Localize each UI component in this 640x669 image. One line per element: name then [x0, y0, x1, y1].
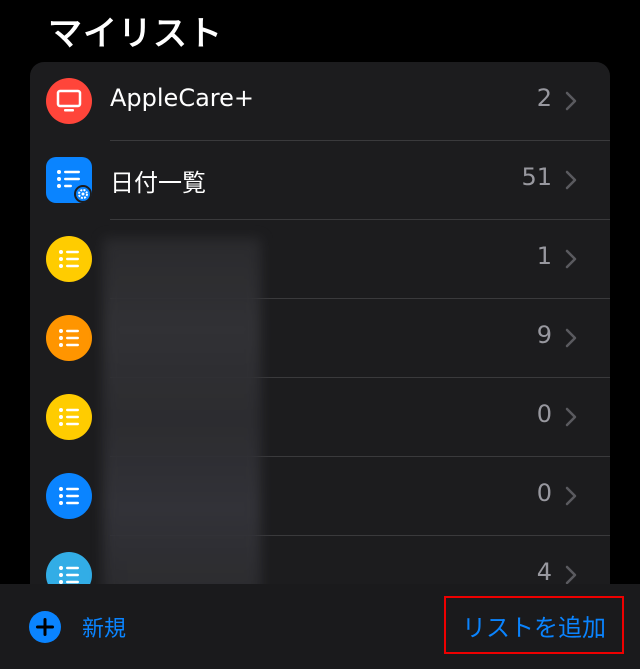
list-item-applecare[interactable]: AppleCare+ 2 — [30, 62, 610, 141]
plus-circle-icon — [29, 611, 61, 643]
list-icon — [46, 394, 92, 440]
tv-icon — [46, 78, 92, 124]
chevron-right-icon — [565, 91, 577, 111]
chevron-right-icon — [565, 407, 577, 427]
list-item-label: AppleCare+ — [110, 84, 254, 112]
page-title: マイリスト — [48, 14, 223, 54]
list-icon — [46, 315, 92, 361]
list-item-count: 2 — [536, 84, 552, 112]
list-item-count: 1 — [536, 242, 552, 270]
list-item-count: 4 — [536, 558, 552, 586]
list-item-count: 51 — [521, 163, 552, 191]
list-item-count: 0 — [536, 400, 552, 428]
chevron-right-icon — [565, 328, 577, 348]
bottom-toolbar: 新規 リストを追加 — [0, 584, 640, 669]
list-item-count: 0 — [536, 479, 552, 507]
list-icon — [46, 236, 92, 282]
chevron-right-icon — [565, 170, 577, 190]
chevron-right-icon — [565, 565, 577, 585]
new-reminder-button[interactable]: 新規 — [28, 610, 126, 644]
list-icon — [46, 473, 92, 519]
redacted-labels — [103, 238, 261, 600]
my-lists-card: AppleCare+ 2 日付一覧 51 1 9 0 0 4 — [30, 62, 610, 602]
chevron-right-icon — [565, 249, 577, 269]
add-list-button[interactable]: リストを追加 — [444, 596, 624, 654]
chevron-right-icon — [565, 486, 577, 506]
list-item-label: 日付一覧 — [110, 169, 206, 197]
new-reminder-label: 新規 — [82, 617, 127, 642]
list-settings-icon — [46, 157, 92, 203]
list-item-date-list[interactable]: 日付一覧 51 — [30, 141, 610, 220]
list-item-count: 9 — [536, 321, 552, 349]
